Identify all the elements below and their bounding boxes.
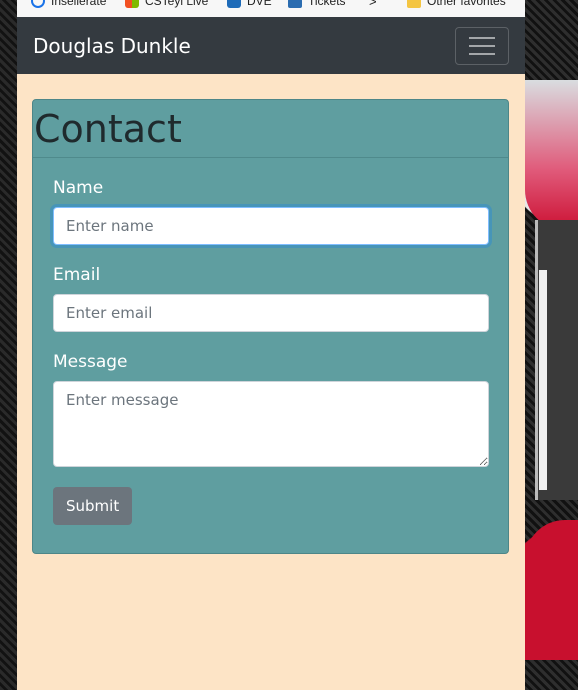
name-group: Name [53, 178, 489, 245]
email-input[interactable] [53, 294, 489, 332]
navbar-brand[interactable]: Douglas Dunkle [33, 34, 191, 58]
chevron-right-icon: > [369, 0, 377, 9]
contact-form: Name Email Message Submit [33, 158, 508, 525]
browser-viewport: Douglas Dunkle Contact Name Email Messag… [17, 17, 525, 690]
wallpaper-shape [539, 270, 547, 490]
windows-icon [125, 0, 139, 8]
favorite-tickets[interactable]: Tickets [288, 0, 346, 8]
contact-card-header: Contact [33, 100, 508, 158]
favorite-dve[interactable]: DVE [227, 0, 272, 8]
hamburger-icon [469, 44, 495, 47]
folder-icon [407, 0, 421, 8]
submit-button[interactable]: Submit [53, 487, 133, 525]
favorites-overflow-chevron[interactable]: > [369, 0, 377, 9]
app-icon [227, 0, 241, 8]
favorites-bar: Insellerate CSTeyl Live DVE Tickets > Ot… [17, 0, 525, 18]
browser-icon [31, 0, 45, 8]
name-label: Name [53, 178, 104, 198]
message-label: Message [53, 352, 128, 372]
hamburger-icon [469, 52, 495, 55]
favorite-insellerate[interactable]: Insellerate [31, 0, 106, 8]
navbar-toggler-button[interactable] [455, 26, 509, 65]
name-input[interactable] [53, 207, 489, 245]
message-group: Message [53, 352, 489, 471]
email-label: Email [53, 265, 101, 285]
favorite-csteyl-live[interactable]: CSTeyl Live [125, 0, 208, 8]
navbar: Douglas Dunkle [17, 17, 525, 74]
wallpaper-shape [525, 520, 578, 660]
message-textarea[interactable] [53, 381, 489, 467]
page-title: Contact [34, 106, 182, 151]
person-icon [288, 0, 302, 8]
hamburger-icon [469, 36, 495, 39]
desktop-background-right [525, 0, 578, 690]
desktop-background-left [0, 0, 17, 690]
favorite-other-favorites[interactable]: Other favorites [407, 0, 506, 8]
wallpaper-shape [525, 80, 578, 230]
contact-card: Contact Name Email Message Submit [32, 99, 509, 554]
email-group: Email [53, 265, 489, 332]
